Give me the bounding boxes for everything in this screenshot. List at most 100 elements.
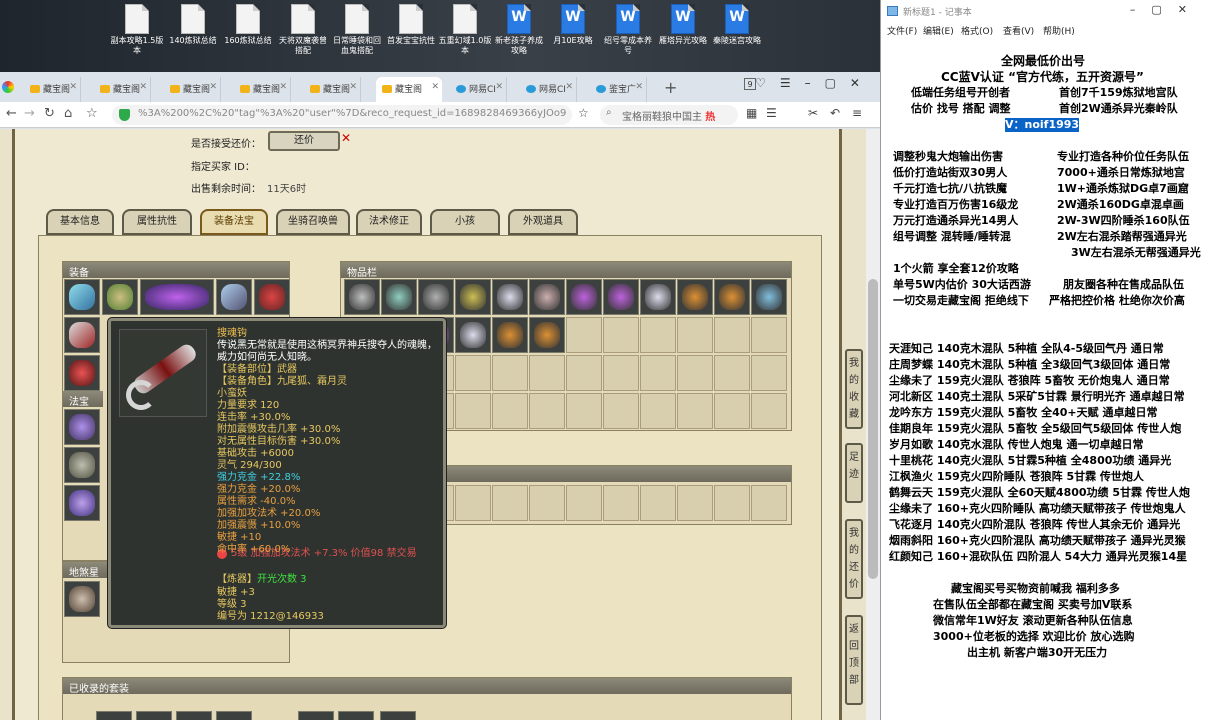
inventory-slot[interactable] [455,317,491,353]
menu-view[interactable]: 查看(V) [1003,24,1034,37]
offer-button[interactable]: 还价 [268,131,340,151]
inventory-slot[interactable] [381,279,417,315]
storage-slot[interactable] [566,485,602,521]
inventory-slot[interactable] [529,317,565,353]
storage-slot[interactable] [603,485,639,521]
search-box[interactable]: ⌕ 宝格丽鞋狼中国主 热 [600,105,738,125]
inventory-slot[interactable] [566,355,602,391]
equip-slot[interactable] [254,279,290,315]
browser-tab[interactable]: 藏宝阁 ✕ [234,77,291,102]
storage-slot[interactable] [455,485,491,521]
close-icon[interactable]: ✕ [635,82,643,92]
browser-tab[interactable]: 鉴宝广 ✕ [590,77,647,102]
desktop-icon[interactable]: W 月10E攻略 [546,4,600,46]
storage-slot[interactable] [677,485,713,521]
storage-slot[interactable] [751,485,787,521]
browser-tab[interactable]: 网易CI ✕ [450,77,507,102]
close-icon[interactable]: ✕ [69,82,77,92]
fabao-slot[interactable] [64,409,100,445]
storage-slot[interactable] [492,485,528,521]
suit-slot[interactable] [176,711,212,720]
inventory-slot[interactable] [492,393,528,429]
inventory-slot[interactable] [714,355,750,391]
inventory-slot[interactable] [529,393,565,429]
back-to-top-button[interactable]: 返回顶部 [845,615,863,705]
desktop-icon[interactable]: 五重幻域1.0版本 [438,4,492,56]
inventory-slot[interactable] [714,393,750,429]
desktop-icon[interactable]: 160炼狱总结 [221,4,275,46]
inventory-slot[interactable] [455,355,491,391]
undo-icon[interactable]: ↶ [830,106,840,120]
tab-mounts-pets[interactable]: 坐骑召唤兽 [276,209,350,235]
tab-equipment[interactable]: 装备法宝 [200,209,268,235]
star-icon[interactable]: ☆ [578,106,589,120]
suit-slot[interactable] [216,711,252,720]
tab-basic-info[interactable]: 基本信息 [46,209,114,235]
inventory-slot[interactable] [603,317,639,353]
suit-slot[interactable] [338,711,374,720]
close-icon[interactable]: ✕ [341,131,351,145]
more-icon[interactable]: ≡ [852,106,862,120]
favorites-button[interactable]: 我的收藏 [845,349,863,429]
inventory-slot[interactable] [566,279,602,315]
desktop-icon[interactable]: W 绍号零成本养号 [601,4,655,56]
menu-edit[interactable]: 编辑(E) [923,24,954,37]
inventory-slot[interactable] [455,279,491,315]
inventory-slot[interactable] [566,393,602,429]
inventory-slot[interactable] [603,393,639,429]
browser-tab[interactable]: 网易CI ✕ [520,77,577,102]
browser-tab-active[interactable]: 藏宝阁 ✕ [376,77,442,102]
tab-spells[interactable]: 法术修正 [356,209,422,235]
inventory-slot[interactable] [751,317,787,353]
close-icon[interactable]: ✕ [139,82,147,92]
equip-slot[interactable] [102,279,138,315]
window-controls[interactable]: –▢✕ [1130,3,1203,16]
close-icon[interactable]: ✕ [431,82,439,92]
url-bar[interactable]: %3A%200%2C%20"tag"%3A%20"user"%7D&reco_r… [112,105,572,125]
inventory-slot[interactable] [455,393,491,429]
disha-slot[interactable] [64,581,100,617]
close-icon[interactable]: ✕ [209,82,217,92]
equip-slot[interactable] [216,279,252,315]
tab-child[interactable]: 小孩 [430,209,500,235]
close-icon[interactable]: ✕ [349,82,357,92]
storage-slot[interactable] [714,485,750,521]
inventory-slot[interactable] [492,355,528,391]
desktop-icon[interactable]: 140炼狱总结 [166,4,220,46]
menu-icon[interactable]: ☰ [766,106,777,120]
storage-slot[interactable] [640,485,676,521]
inventory-slot[interactable] [640,279,676,315]
equip-slot[interactable] [64,355,100,391]
equip-slot[interactable] [64,279,100,315]
notepad-text[interactable]: 全网最低价出号 CC蓝V认证 “官方代练，五开资源号” 低端任务组号开创者 首创… [881,44,1210,720]
menu-help[interactable]: 帮助(H) [1043,24,1075,37]
desktop-icon[interactable]: W 雁塔异光攻略 [656,4,710,46]
inventory-slot[interactable] [566,317,602,353]
close-icon[interactable]: ✕ [495,82,503,92]
history-button[interactable]: 足迹 [845,443,863,503]
scissors-icon[interactable]: ✂ [808,106,818,120]
tab-appearance[interactable]: 外观道具 [508,209,578,235]
inventory-slot[interactable] [492,279,528,315]
inventory-slot[interactable] [640,393,676,429]
inventory-slot[interactable] [677,355,713,391]
my-offers-button[interactable]: 我的还价 [845,519,863,599]
menu-format[interactable]: 格式(O) [961,24,993,37]
back-icon[interactable]: ← [6,106,17,121]
equip-slot-hovered[interactable] [64,317,100,353]
fabao-slot[interactable] [64,447,100,483]
scrollbar-thumb[interactable] [868,279,878,579]
suit-slot[interactable] [136,711,172,720]
browser-tab[interactable]: 藏宝阁 ✕ [164,77,221,102]
desktop-icon[interactable]: 天将双魔袭曾搭配 [276,4,330,56]
bookmark-icon[interactable]: ☆ [86,106,98,121]
inventory-slot[interactable] [418,279,454,315]
close-icon[interactable]: ✕ [565,82,573,92]
home-icon[interactable]: ⌂ [64,106,72,121]
browser-tab[interactable]: 藏宝阁 ✕ [24,77,81,102]
inventory-slot[interactable] [677,393,713,429]
new-tab-icon[interactable]: + [664,78,677,97]
inventory-slot[interactable] [640,317,676,353]
inventory-slot[interactable] [529,355,565,391]
inventory-slot[interactable] [603,279,639,315]
